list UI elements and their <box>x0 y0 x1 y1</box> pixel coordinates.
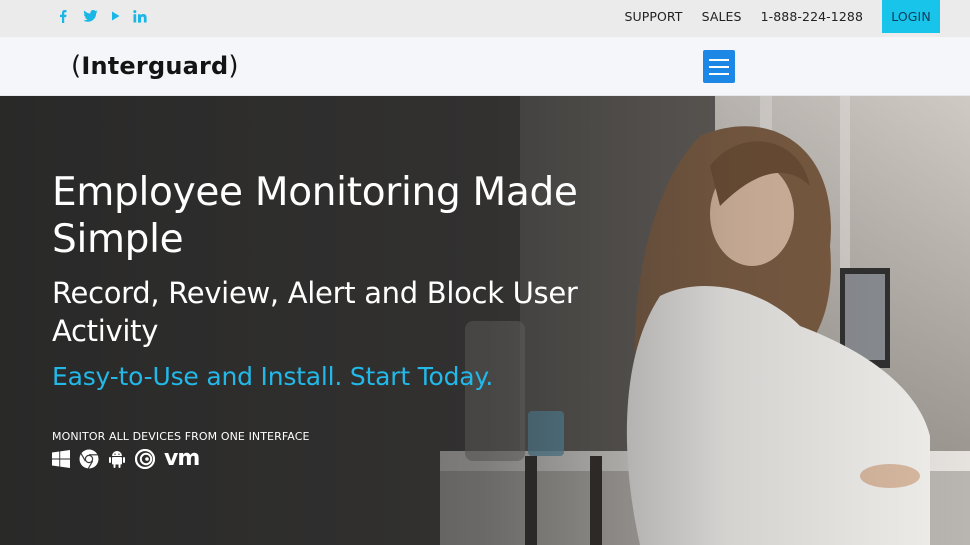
windows-icon <box>52 450 70 468</box>
top-bar: SUPPORT SALES 1-888-224-1288 LOGIN <box>0 0 970 37</box>
sales-link[interactable]: SALES <box>702 9 742 24</box>
android-icon <box>109 451 125 468</box>
logo[interactable]: (Interguard) <box>71 51 239 81</box>
citrix-icon <box>135 449 155 469</box>
login-button[interactable]: LOGIN <box>882 0 940 33</box>
hamburger-menu-icon <box>709 58 729 61</box>
site-header: (Interguard) <box>0 37 970 96</box>
logo-open-paren: ( <box>71 51 82 81</box>
facebook-icon[interactable] <box>55 9 71 23</box>
hero-section: Employee Monitoring Made Simple Record, … <box>0 96 970 545</box>
logo-text: Interguard <box>81 52 229 80</box>
social-links <box>55 0 149 32</box>
hamburger-line <box>709 65 729 68</box>
linkedin-icon[interactable] <box>131 9 149 23</box>
hero-subtitle: Record, Review, Alert and Block User Act… <box>52 276 578 348</box>
device-icons: vm <box>52 446 200 471</box>
hamburger-menu-button[interactable] <box>703 50 735 83</box>
chrome-icon <box>79 449 99 469</box>
phone-link[interactable]: 1-888-224-1288 <box>761 9 863 24</box>
top-nav: SUPPORT SALES 1-888-224-1288 LOGIN <box>624 0 940 33</box>
vmware-icon: vm <box>164 446 200 471</box>
twitter-icon[interactable] <box>81 9 99 23</box>
hero-tagline: Easy-to-Use and Install. Start Today. <box>52 362 494 391</box>
support-link[interactable]: SUPPORT <box>624 9 682 24</box>
hero-title: Employee Monitoring Made Simple <box>52 170 578 262</box>
logo-close-paren: ) <box>228 51 239 81</box>
hamburger-line <box>709 72 729 75</box>
youtube-icon[interactable] <box>107 9 123 23</box>
devices-label: MONITOR ALL DEVICES FROM ONE INTERFACE <box>52 430 310 443</box>
